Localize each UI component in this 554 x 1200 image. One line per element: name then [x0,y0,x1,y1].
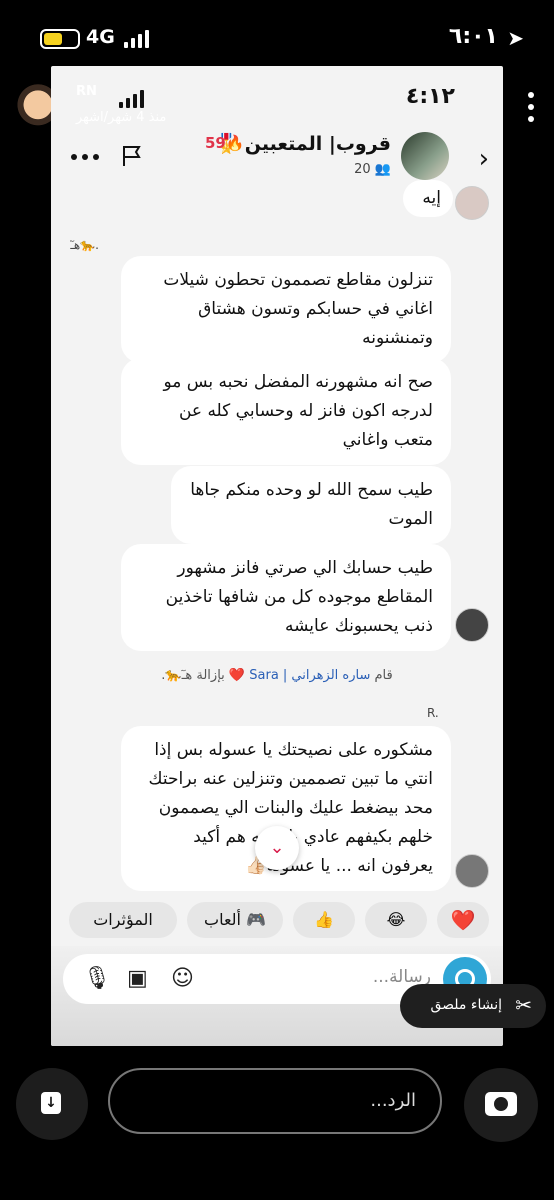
scissors-icon: ✂ [515,993,532,1017]
inner-signal-icon [119,90,144,108]
story-username[interactable]: RN [76,84,97,99]
games-chip[interactable]: ألعاب 🎮 [187,902,283,938]
system-message: قام ساره الزهراني | Sara ❤️ بإزالة هـٓ🐆. [51,668,503,683]
sender-avatar[interactable] [455,854,489,888]
download-icon: ↓ [41,1092,61,1114]
system-actor[interactable]: ساره الزهراني | Sara ❤️ [229,668,370,683]
thumbs-up-reaction[interactable]: 👍 [293,902,355,938]
create-sticker-label: إنشاء ملصق [430,997,502,1013]
battery-icon [40,29,80,49]
member-count-value: 20 [354,162,371,177]
download-button[interactable]: ↓ [16,1068,88,1140]
camera-button[interactable] [464,1068,538,1142]
group-avatar[interactable] [401,132,449,180]
inner-status-time: ٤:١٢ [405,84,455,109]
member-count: 20 👥 [354,162,391,177]
microphone-icon[interactable]: 🎙 [83,966,111,991]
message-bubble[interactable]: تنزلون مقاطع تصممون تحطون شيلات اغاني في… [121,256,451,363]
chat-header: › قروب| المتعبين 🎖️ 59🔥 20 👥 [51,126,503,186]
story-time: منذ 4 شهر/اشهر [76,110,167,125]
reply-input[interactable]: الرد... [108,1068,442,1134]
create-sticker-button[interactable]: إنشاء ملصق ✂ [400,984,546,1028]
message-list[interactable]: إيه هـٓ🐆. تنزلون مقاطع تصممون تحطون شيلا… [51,180,503,946]
network-label: 4G [86,26,115,48]
sender-avatar[interactable] [455,608,489,642]
status-bar: 4G ➤ ٦:٠١ [0,22,554,56]
system-prefix: قام [374,668,393,683]
reply-placeholder: الرد... [370,1090,416,1111]
message-bubble[interactable]: طيب سمح الله لو وحده منكم جاها الموت [171,466,451,544]
message-bubble[interactable]: طيب حسابك الي صرتي فانز مشهور المقاطع مو… [121,544,451,651]
camera-lens-icon [494,1097,508,1111]
reaction-bar: ❤️ 😂 👍 ألعاب 🎮 المؤثرات [51,896,503,944]
scroll-down-icon[interactable]: ⌄ [255,826,299,870]
sender-name: هـٓ🐆. [70,238,99,252]
flag-icon[interactable] [121,144,143,168]
more-options-icon[interactable] [71,154,99,160]
message-bubble[interactable]: صح انه مشهورنه المفضل نحبه بس مو لدرجه ا… [121,358,451,465]
screenshot-card: ٤:١٢ › قروب| المتعبين 🎖️ 59🔥 20 👥 إيه هـ… [51,66,503,1046]
system-suffix: بإزالة هـٓ🐆. [161,668,225,683]
back-chevron-icon[interactable]: › [479,144,489,174]
effects-chip[interactable]: المؤثرات [69,902,177,938]
sticker-icon[interactable]: ☺ [171,966,194,991]
more-icon[interactable] [528,92,534,124]
gamepad-icon: 🎮 [246,910,266,929]
streak-badge: 59🔥 [205,134,245,152]
status-time: ٦:٠١ [448,24,498,49]
members-icon: 👥 [374,162,391,177]
sender-name: R. [427,706,439,720]
message-bubble[interactable]: إيه [403,180,453,217]
location-icon: ➤ [507,26,524,50]
heart-reaction[interactable]: ❤️ [437,902,489,938]
laugh-reaction[interactable]: 😂 [365,902,427,938]
sender-avatar[interactable] [455,186,489,220]
signal-icon [124,30,149,48]
effects-label: المؤثرات [93,910,153,929]
games-label: ألعاب [204,910,241,929]
image-icon[interactable]: ▣ [127,966,148,991]
